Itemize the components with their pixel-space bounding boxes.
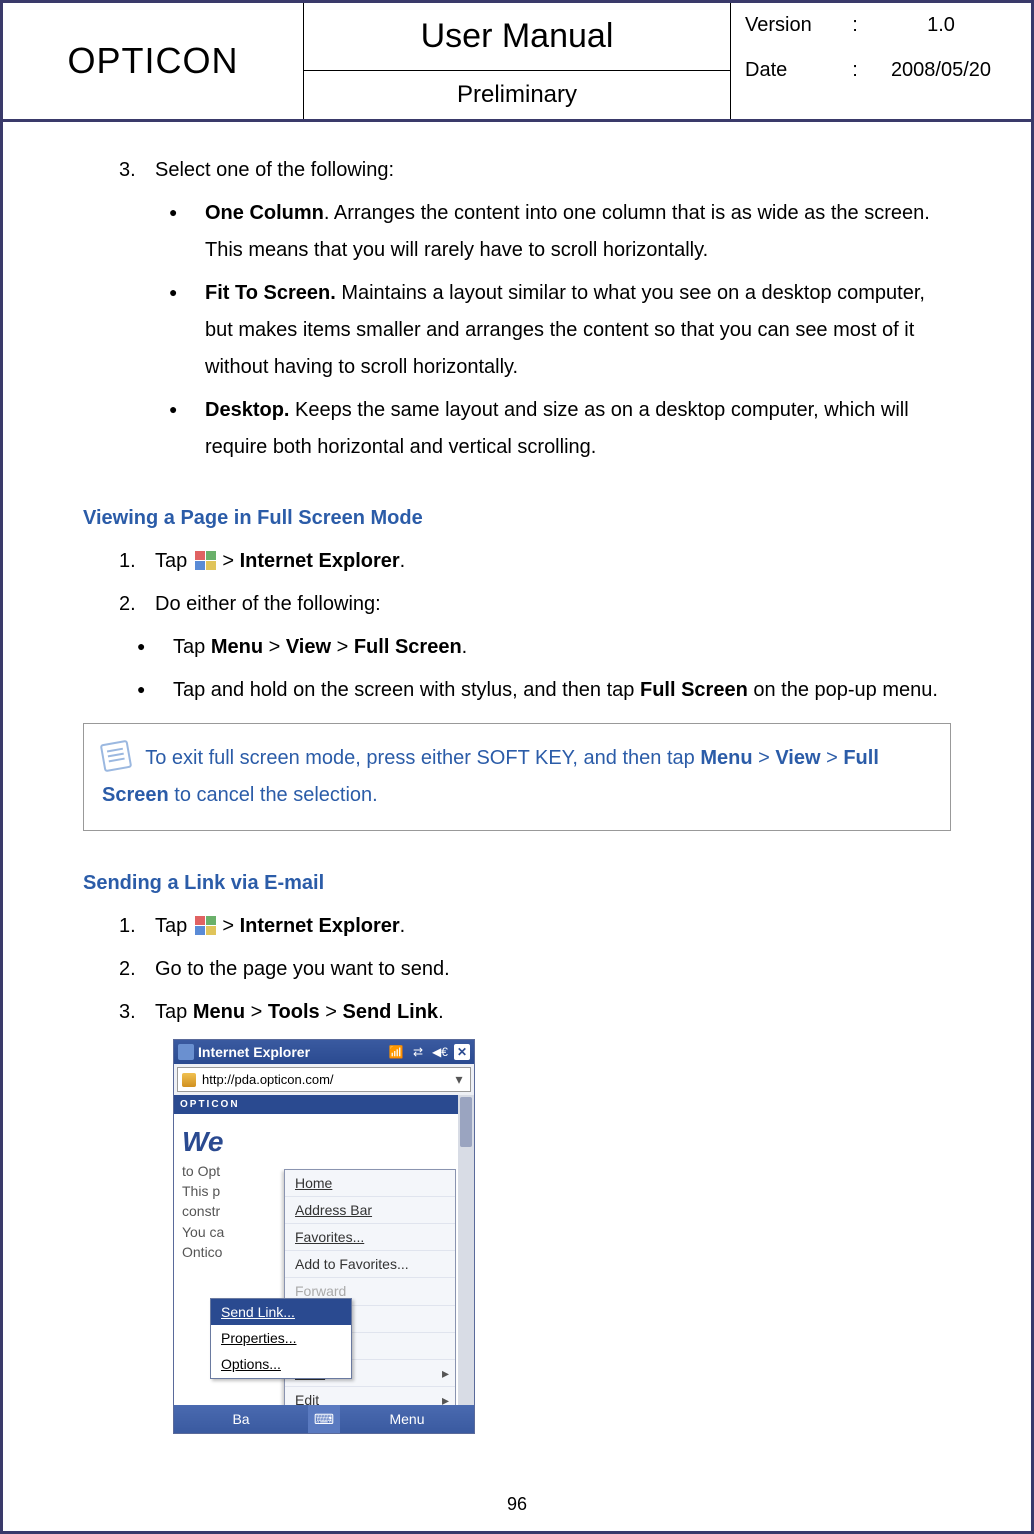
brand: OPTICON [3,3,304,119]
sl-step-1: 1. Tap > Internet Explorer. [119,908,951,945]
fs-step-2: 2. Do either of the following: [119,586,951,623]
bullet-icon: ● [169,275,205,386]
bullet-icon: ● [169,195,205,269]
keyboard-icon[interactable]: ⌨ [308,1405,340,1433]
page-viewport: OPTICON We to Opt This p constr You ca O… [174,1095,474,1405]
site-banner: OPTICON [174,1095,474,1114]
titlebar-icons: 📶 ⇄ ◀€ ✕ [388,1044,470,1060]
note-box: To exit full screen mode, press either S… [83,723,951,831]
bullet-icon: ● [169,392,205,466]
submenu-send-link[interactable]: Send Link... [211,1299,351,1325]
scrollbar[interactable] [458,1095,474,1405]
address-bar[interactable]: ▾ [177,1067,471,1091]
tools-submenu: Send Link... Properties... Options... [210,1298,352,1379]
menu-item-address-bar[interactable]: Address Bar [285,1197,455,1224]
doc-title: User Manual [304,3,730,71]
date-label: Date [745,52,845,89]
connection-icon[interactable]: ⇄ [410,1044,426,1060]
windows-start-icon [193,914,217,936]
fs-bullet-1: ● Tap Menu > View > Full Screen. [137,629,951,666]
heading-fullscreen: Viewing a Page in Full Screen Mode [83,500,951,537]
close-icon[interactable]: ✕ [454,1044,470,1060]
signal-icon[interactable]: 📶 [388,1044,404,1060]
note-icon [100,740,132,772]
site-icon [182,1073,196,1087]
url-input[interactable] [200,1071,448,1088]
sl-step-2: 2. Go to the page you want to send. [119,951,951,988]
bottom-bar: Ba ⌨ Menu [174,1405,474,1433]
welcome-heading: We [182,1124,466,1160]
softkey-left[interactable]: Ba [174,1405,308,1433]
bullet-icon: ● [137,672,173,709]
windows-start-icon [193,549,217,571]
bullet-fit-to-screen: ● Fit To Screen. Maintains a layout simi… [169,275,951,386]
menu-item-add-favorites[interactable]: Add to Favorites... [285,1251,455,1278]
content: 3. Select one of the following: ● One Co… [3,122,1031,1434]
submenu-properties[interactable]: Properties... [211,1325,351,1351]
titlebar: Internet Explorer 📶 ⇄ ◀€ ✕ [174,1040,474,1064]
page-header: OPTICON User Manual Preliminary Version … [3,3,1031,122]
page-number: 96 [3,1488,1031,1521]
heading-sendlink: Sending a Link via E-mail [83,865,951,902]
bullet-icon: ● [137,629,173,666]
windows-start-icon[interactable] [178,1044,194,1060]
menu-item-favorites[interactable]: Favorites... [285,1224,455,1251]
header-center: User Manual Preliminary [304,3,731,119]
version-value: 1.0 [865,7,1017,44]
submenu-options[interactable]: Options... [211,1351,351,1377]
embedded-screenshot: Internet Explorer 📶 ⇄ ◀€ ✕ ▾ OPTICON We … [173,1039,475,1434]
date-value: 2008/05/20 [865,52,1017,89]
version-label: Version [745,7,845,44]
softkey-right[interactable]: Menu [340,1405,474,1433]
sl-step-3: 3. Tap Menu > Tools > Send Link. [119,994,951,1031]
menu-item-home[interactable]: Home [285,1170,455,1197]
fs-step-1: 1. Tap > Internet Explorer. [119,543,951,580]
bullet-desktop: ● Desktop. Keeps the same layout and siz… [169,392,951,466]
window-title: Internet Explorer [198,1043,384,1061]
bullet-one-column: ● One Column. Arranges the content into … [169,195,951,269]
step-3: 3. Select one of the following: [119,152,951,189]
header-meta: Version : 1.0 Date : 2008/05/20 [731,3,1031,119]
page: OPTICON User Manual Preliminary Version … [0,0,1034,1534]
fs-bullet-2: ● Tap and hold on the screen with stylus… [137,672,951,709]
doc-subtitle: Preliminary [304,71,730,119]
dropdown-icon[interactable]: ▾ [452,1070,466,1088]
menu-item-edit[interactable]: Edit [285,1387,455,1405]
volume-icon[interactable]: ◀€ [432,1044,448,1060]
